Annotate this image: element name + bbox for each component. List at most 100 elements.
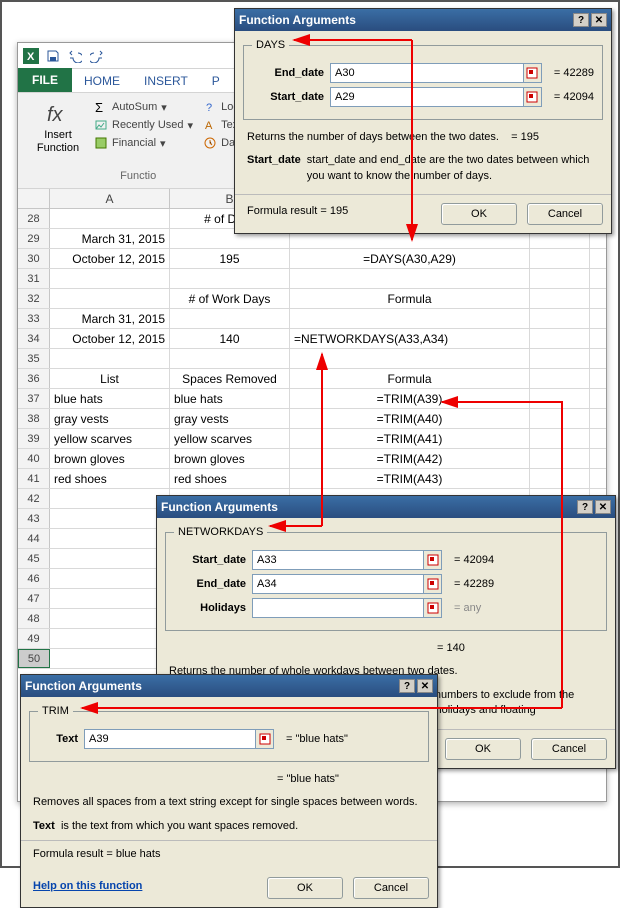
save-icon[interactable]	[44, 47, 62, 65]
cell[interactable]	[50, 649, 170, 668]
cell[interactable]	[530, 289, 590, 308]
close-icon[interactable]: ✕	[591, 13, 607, 27]
row-header[interactable]: 50	[18, 649, 50, 668]
end-date-input[interactable]	[330, 63, 542, 83]
cell[interactable]: List	[50, 369, 170, 388]
cell[interactable]: =TRIM(A41)	[290, 429, 530, 448]
row-header[interactable]: 42	[18, 489, 50, 508]
cell[interactable]: brown gloves	[50, 449, 170, 468]
cell[interactable]	[530, 409, 590, 428]
cell[interactable]: blue hats	[170, 389, 290, 408]
row-header[interactable]: 32	[18, 289, 50, 308]
ref-select-icon[interactable]	[423, 551, 441, 569]
ok-button[interactable]: OK	[445, 738, 521, 760]
cell[interactable]: yellow scarves	[50, 429, 170, 448]
cell[interactable]: yellow scarves	[170, 429, 290, 448]
cell[interactable]	[50, 549, 170, 568]
start-date-input[interactable]	[252, 550, 442, 570]
cell[interactable]: =TRIM(A43)	[290, 469, 530, 488]
cell[interactable]: Formula	[290, 369, 530, 388]
cell[interactable]	[50, 489, 170, 508]
cell[interactable]	[50, 269, 170, 288]
row-header[interactable]: 36	[18, 369, 50, 388]
row-header[interactable]: 48	[18, 609, 50, 628]
ref-select-icon[interactable]	[523, 88, 541, 106]
dialog-titlebar[interactable]: Function Arguments ? ✕	[235, 9, 611, 31]
cell[interactable]	[530, 369, 590, 388]
cell[interactable]	[530, 309, 590, 328]
row-header[interactable]: 39	[18, 429, 50, 448]
autosum-button[interactable]: ΣAutoSum▾	[92, 99, 195, 115]
cell[interactable]	[170, 269, 290, 288]
cell[interactable]	[170, 309, 290, 328]
holidays-input[interactable]	[252, 598, 442, 618]
col-A[interactable]: A	[50, 189, 170, 208]
cell[interactable]	[50, 529, 170, 548]
cell[interactable]: blue hats	[50, 389, 170, 408]
select-all[interactable]	[18, 189, 50, 208]
recently-used-button[interactable]: Recently Used▾	[92, 117, 195, 133]
cancel-button[interactable]: Cancel	[527, 203, 603, 225]
cancel-button[interactable]: Cancel	[353, 877, 429, 899]
cell[interactable]: brown gloves	[170, 449, 290, 468]
cell[interactable]	[530, 249, 590, 268]
cell[interactable]	[530, 329, 590, 348]
cancel-button[interactable]: Cancel	[531, 738, 607, 760]
row-header[interactable]: 34	[18, 329, 50, 348]
cell[interactable]: 140	[170, 329, 290, 348]
cell[interactable]: Spaces Removed	[170, 369, 290, 388]
cell[interactable]: # of Work Days	[170, 289, 290, 308]
cell[interactable]: Formula	[290, 289, 530, 308]
row-header[interactable]: 43	[18, 509, 50, 528]
tab-home[interactable]: HOME	[72, 70, 132, 92]
row-header[interactable]: 37	[18, 389, 50, 408]
help-link[interactable]: Help on this function	[21, 876, 154, 900]
undo-icon[interactable]	[66, 47, 84, 65]
text-input[interactable]	[84, 729, 274, 749]
cell[interactable]: 195	[170, 249, 290, 268]
cell[interactable]: =TRIM(A40)	[290, 409, 530, 428]
close-icon[interactable]: ✕	[595, 500, 611, 514]
dialog-titlebar[interactable]: Function Arguments ? ✕	[21, 675, 437, 697]
cell[interactable]: gray vests	[50, 409, 170, 428]
cell[interactable]: October 12, 2015	[50, 249, 170, 268]
row-header[interactable]: 33	[18, 309, 50, 328]
help-icon[interactable]: ?	[573, 13, 589, 27]
cell[interactable]	[50, 289, 170, 308]
row-header[interactable]: 44	[18, 529, 50, 548]
cell[interactable]	[530, 349, 590, 368]
cell[interactable]: =NETWORKDAYS(A33,A34)	[290, 329, 530, 348]
dialog-titlebar[interactable]: Function Arguments ? ✕	[157, 496, 615, 518]
ref-select-icon[interactable]	[423, 599, 441, 617]
cell[interactable]	[50, 629, 170, 648]
start-date-input[interactable]	[330, 87, 542, 107]
cell[interactable]	[50, 569, 170, 588]
cell[interactable]: gray vests	[170, 409, 290, 428]
row-header[interactable]: 49	[18, 629, 50, 648]
cell[interactable]	[290, 309, 530, 328]
row-header[interactable]: 46	[18, 569, 50, 588]
cell[interactable]: red shoes	[170, 469, 290, 488]
cell[interactable]	[50, 349, 170, 368]
cell[interactable]	[290, 349, 530, 368]
row-header[interactable]: 30	[18, 249, 50, 268]
cell[interactable]: =TRIM(A39)	[290, 389, 530, 408]
cell[interactable]: =DAYS(A30,A29)	[290, 249, 530, 268]
close-icon[interactable]: ✕	[417, 679, 433, 693]
row-header[interactable]: 29	[18, 229, 50, 248]
tab-file[interactable]: FILE	[18, 68, 72, 92]
cell[interactable]	[50, 509, 170, 528]
ref-select-icon[interactable]	[423, 575, 441, 593]
row-header[interactable]: 38	[18, 409, 50, 428]
cell[interactable]	[170, 349, 290, 368]
cell[interactable]: =TRIM(A42)	[290, 449, 530, 468]
ok-button[interactable]: OK	[267, 877, 343, 899]
cell[interactable]	[50, 589, 170, 608]
cell[interactable]	[290, 269, 530, 288]
tab-page-layout[interactable]: P	[200, 70, 232, 92]
cell[interactable]	[530, 449, 590, 468]
cell[interactable]	[530, 469, 590, 488]
row-header[interactable]: 35	[18, 349, 50, 368]
ref-select-icon[interactable]	[255, 730, 273, 748]
end-date-input[interactable]	[252, 574, 442, 594]
